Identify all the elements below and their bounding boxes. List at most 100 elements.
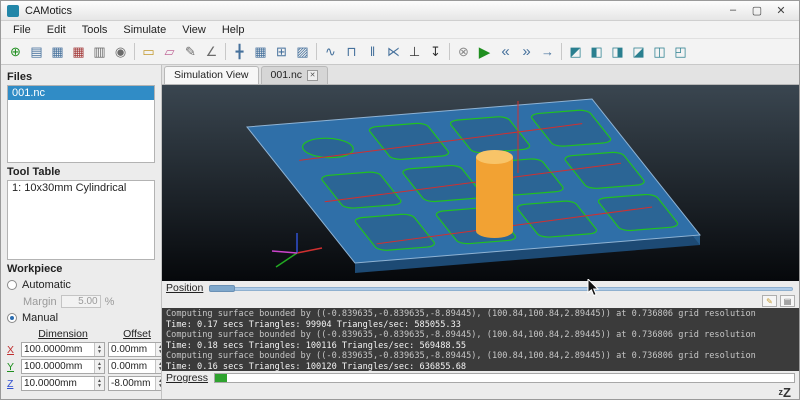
dimension-y-field[interactable]: 100.0000mm ▲ ▼ bbox=[21, 359, 105, 374]
export-icon[interactable]: ▥ bbox=[89, 41, 110, 62]
menu-view[interactable]: View bbox=[174, 22, 214, 38]
console-line: Computing surface bounded by ((-0.839635… bbox=[166, 351, 756, 362]
new-project-icon[interactable]: ⊕ bbox=[5, 41, 26, 62]
offset-z-value: -8.00mm bbox=[111, 378, 151, 389]
maximize-button[interactable]: ▢ bbox=[745, 4, 769, 17]
margin-field[interactable]: 5.00 bbox=[60, 295, 101, 308]
tab-close-icon[interactable]: ✕ bbox=[307, 69, 319, 81]
show-grid-icon[interactable]: ⊞ bbox=[271, 41, 292, 62]
main-toolbar: ⊕ ▤ ▦ ▦ ▥ ◉ ▭ ▱ ✎ ∠ ╋ ▦ ⊞ ▨ ∿ ⊓ ‖ ⋉ ⊥ ↧ … bbox=[1, 39, 799, 65]
menu-simulate[interactable]: Simulate bbox=[115, 22, 174, 38]
menu-edit[interactable]: Edit bbox=[39, 22, 74, 38]
jog-icon[interactable]: ⋉ bbox=[383, 41, 404, 62]
main-area: Simulation View 001.nc ✕ Position ✎ ▤ Co… bbox=[162, 65, 799, 399]
step-back-icon[interactable]: « bbox=[495, 41, 516, 62]
toggle-console-icon[interactable]: ▭ bbox=[138, 41, 159, 62]
show-surface-icon[interactable]: ▨ bbox=[292, 41, 313, 62]
automatic-label: Automatic bbox=[22, 279, 71, 291]
clear-surface-icon[interactable]: ▱ bbox=[159, 41, 180, 62]
position-slider-track[interactable] bbox=[209, 286, 793, 291]
spinner-icon[interactable]: ▲▼ bbox=[155, 377, 161, 390]
view-front-icon[interactable]: ◧ bbox=[586, 41, 607, 62]
tab-simulation-view[interactable]: Simulation View bbox=[164, 65, 259, 84]
menu-bar: File Edit Tools Simulate View Help bbox=[1, 21, 799, 39]
view-top-icon[interactable]: ◰ bbox=[670, 41, 691, 62]
tab-simulation-view-label: Simulation View bbox=[174, 69, 249, 82]
files-header: Files bbox=[7, 71, 33, 83]
automatic-radio[interactable] bbox=[7, 280, 17, 290]
position-label: Position bbox=[166, 282, 204, 295]
tool-table-list: 1: 10x30mm Cylindrical bbox=[7, 180, 155, 260]
path-intensity-icon[interactable]: ⊓ bbox=[341, 41, 362, 62]
save-file-icon[interactable]: ▦ bbox=[68, 41, 89, 62]
title-bar: CAMotics – ▢ ✕ bbox=[1, 1, 799, 21]
progress-bar-fill bbox=[215, 374, 227, 383]
sidebar: Files 001.nc Tool Table 1: 10x30mm Cylin… bbox=[1, 65, 162, 399]
minimize-button[interactable]: – bbox=[721, 4, 745, 17]
run-to-end-icon[interactable]: → bbox=[537, 41, 558, 62]
axis-x-label: X bbox=[7, 343, 15, 356]
offset-z-field[interactable]: -8.00mm ▲▼ bbox=[108, 376, 161, 391]
show-toolpath-icon[interactable]: ∿ bbox=[320, 41, 341, 62]
measure-icon[interactable]: ∠ bbox=[201, 41, 222, 62]
step-forward-icon[interactable]: » bbox=[516, 41, 537, 62]
tool-table-header: Tool Table bbox=[7, 166, 61, 178]
spinner-icon[interactable]: ▲▼ bbox=[155, 343, 161, 356]
axis-z-label: Z bbox=[7, 377, 14, 390]
toolbar-separator bbox=[449, 43, 450, 60]
view-right-icon[interactable]: ◫ bbox=[649, 41, 670, 62]
edit-file-icon[interactable]: ✎ bbox=[180, 41, 201, 62]
tab-001nc[interactable]: 001.nc ✕ bbox=[260, 65, 329, 84]
snapshot-icon[interactable]: ◉ bbox=[110, 41, 131, 62]
position-slider[interactable] bbox=[209, 284, 795, 292]
show-axes-icon[interactable]: ╋ bbox=[229, 41, 250, 62]
file-item-001nc[interactable]: 001.nc bbox=[8, 86, 154, 100]
app-logo-icon bbox=[7, 4, 19, 17]
view-back-icon[interactable]: ◨ bbox=[607, 41, 628, 62]
offset-x-value: 0.00mm bbox=[111, 344, 148, 355]
tool-position-icon[interactable]: ↧ bbox=[425, 41, 446, 62]
offset-x-field[interactable]: 0.00mm ▲▼ bbox=[108, 342, 161, 357]
console-log[interactable]: Computing surface bounded by ((-0.839635… bbox=[162, 308, 799, 372]
run-icon[interactable]: ▶ bbox=[474, 41, 495, 62]
view-left-icon[interactable]: ◪ bbox=[628, 41, 649, 62]
console-line: Time: 0.17 secs Triangles: 99904 Triangl… bbox=[166, 319, 461, 330]
manual-radio[interactable] bbox=[7, 313, 17, 323]
menu-file[interactable]: File bbox=[5, 22, 39, 38]
stop-icon[interactable]: ⊗ bbox=[453, 41, 474, 62]
offset-y-field[interactable]: 0.00mm ▲▼ bbox=[108, 359, 161, 374]
plumb-icon[interactable]: ⊥ bbox=[404, 41, 425, 62]
open-project-icon[interactable]: ▤ bbox=[26, 41, 47, 62]
clear-console-icon[interactable]: ✎ bbox=[762, 295, 777, 308]
dimension-z-field[interactable]: 10.0000mm ▲ ▼ bbox=[21, 376, 105, 391]
spinner-icon[interactable]: ▲▼ bbox=[94, 343, 104, 356]
progress-bar bbox=[214, 373, 795, 384]
toolbar-separator bbox=[561, 43, 562, 60]
margin-unit: % bbox=[104, 295, 115, 308]
export-log-icon[interactable]: ▤ bbox=[780, 295, 795, 308]
menu-help[interactable]: Help bbox=[214, 22, 253, 38]
spinner-icon[interactable]: ▲▼ bbox=[155, 360, 161, 373]
offset-column-header: Offset bbox=[123, 328, 151, 340]
close-button[interactable]: ✕ bbox=[769, 4, 793, 17]
simulation-viewport[interactable] bbox=[162, 84, 799, 281]
menu-tools[interactable]: Tools bbox=[74, 22, 116, 38]
console-line: Computing surface bounded by ((-0.839635… bbox=[166, 330, 756, 341]
tool-cylinder bbox=[476, 149, 513, 238]
tab-001nc-label: 001.nc bbox=[270, 69, 303, 82]
progress-row: Progress bbox=[162, 371, 799, 385]
save-project-icon[interactable]: ▦ bbox=[47, 41, 68, 62]
console-line: Time: 0.16 secs Triangles: 100120 Triang… bbox=[166, 361, 467, 372]
show-bounds-icon[interactable]: ▦ bbox=[250, 41, 271, 62]
view-isometric-icon[interactable]: ◩ bbox=[565, 41, 586, 62]
dimension-x-field[interactable]: 100.0000mm ▲ ▼ bbox=[21, 342, 105, 357]
spinner-icon[interactable]: ▲▼ bbox=[94, 360, 104, 373]
dimension-z-value: 10.0000mm bbox=[24, 378, 77, 389]
spinner-icon[interactable]: ▲▼ bbox=[94, 377, 104, 390]
status-bar: zZ bbox=[162, 385, 799, 399]
position-slider-handle[interactable] bbox=[209, 284, 236, 292]
position-row: Position bbox=[162, 281, 799, 296]
path-marks-icon[interactable]: ‖ bbox=[362, 41, 383, 62]
window-title: CAMotics bbox=[25, 4, 73, 17]
tool-item[interactable]: 1: 10x30mm Cylindrical bbox=[8, 181, 154, 195]
